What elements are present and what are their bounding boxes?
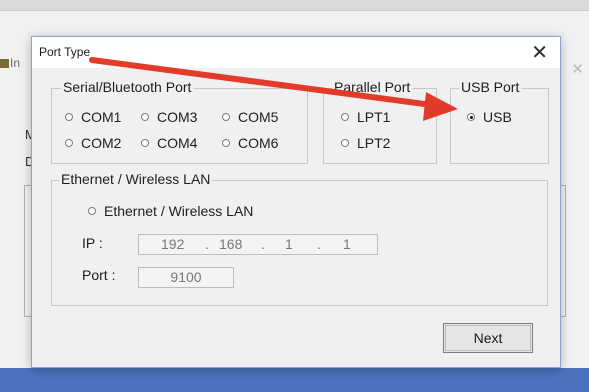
- ip-octet-1[interactable]: 192: [161, 235, 184, 254]
- radio-com5-label: COM5: [238, 109, 279, 125]
- ip-octet-4[interactable]: 1: [343, 235, 351, 254]
- close-icon[interactable]: ✕: [531, 40, 548, 65]
- radio-com3[interactable]: COM3: [141, 109, 197, 125]
- radio-com2-circle[interactable]: [65, 139, 73, 147]
- radio-com4-label: COM4: [157, 135, 198, 151]
- radio-com5-circle[interactable]: [222, 113, 230, 121]
- top-band: [0, 0, 589, 10]
- radio-com5[interactable]: COM5: [222, 109, 278, 125]
- parallel-port-legend: Parallel Port: [332, 79, 413, 95]
- radio-com2[interactable]: COM2: [65, 135, 121, 151]
- dialog-titlebar: Port Type ✕: [32, 37, 560, 68]
- ip-dot-1: .: [205, 236, 209, 252]
- radio-ethernet-wireless[interactable]: Ethernet / Wireless LAN: [88, 203, 253, 219]
- serial-bluetooth-group: Serial/Bluetooth Port COM1 COM3 COM5 COM…: [51, 79, 308, 164]
- usb-port-legend: USB Port: [459, 79, 522, 95]
- radio-lpt1-circle[interactable]: [341, 113, 349, 121]
- radio-com6[interactable]: COM6: [222, 135, 278, 151]
- dialog-title: Port Type: [39, 45, 91, 59]
- radio-lpt1-label: LPT1: [357, 109, 391, 125]
- radio-com4[interactable]: COM4: [141, 135, 197, 151]
- ip-dot-3: .: [317, 236, 321, 252]
- radio-lpt2-circle[interactable]: [341, 139, 349, 147]
- radio-usb-circle[interactable]: [467, 113, 475, 121]
- ethernet-wireless-legend: Ethernet / Wireless LAN: [59, 171, 213, 187]
- ip-dot-2: .: [261, 236, 265, 252]
- radio-com6-label: COM6: [238, 135, 279, 151]
- radio-lpt2-label: LPT2: [357, 135, 391, 151]
- radio-com1-label: COM1: [81, 109, 122, 125]
- radio-usb[interactable]: USB: [467, 109, 512, 125]
- taskbar-strip: [0, 368, 589, 392]
- radio-usb-label: USB: [483, 109, 512, 125]
- parallel-port-group: Parallel Port LPT1 LPT2: [323, 79, 437, 164]
- radio-com3-circle[interactable]: [141, 113, 149, 121]
- radio-lpt1[interactable]: LPT1: [341, 109, 390, 125]
- port-label: Port :: [82, 267, 116, 283]
- radio-com2-label: COM2: [81, 135, 122, 151]
- radio-com4-circle[interactable]: [141, 139, 149, 147]
- background-close-icon[interactable]: ✕: [571, 60, 584, 78]
- radio-com1-circle[interactable]: [65, 113, 73, 121]
- app-icon: [0, 59, 9, 68]
- radio-ethernet-label: Ethernet / Wireless LAN: [104, 203, 254, 219]
- background-window-title: In: [0, 56, 20, 70]
- radio-com3-label: COM3: [157, 109, 198, 125]
- ip-label: IP :: [82, 235, 103, 251]
- port-number-field[interactable]: 9100: [138, 267, 234, 288]
- serial-bluetooth-legend: Serial/Bluetooth Port: [61, 79, 194, 95]
- radio-com6-circle[interactable]: [222, 139, 230, 147]
- radio-ethernet-circle[interactable]: [88, 207, 96, 215]
- ip-octet-2[interactable]: 168: [219, 235, 242, 254]
- usb-port-group: USB Port USB: [450, 79, 549, 164]
- radio-lpt2[interactable]: LPT2: [341, 135, 390, 151]
- ip-address-field[interactable]: 192 . 168 . 1 . 1: [138, 234, 378, 255]
- ip-octet-3[interactable]: 1: [285, 235, 293, 254]
- radio-com1[interactable]: COM1: [65, 109, 121, 125]
- next-button[interactable]: Next: [443, 323, 533, 353]
- ethernet-wireless-group: Ethernet / Wireless LAN Ethernet / Wirel…: [51, 171, 548, 306]
- port-type-dialog: Port Type ✕ Serial/Bluetooth Port COM1 C…: [31, 36, 561, 368]
